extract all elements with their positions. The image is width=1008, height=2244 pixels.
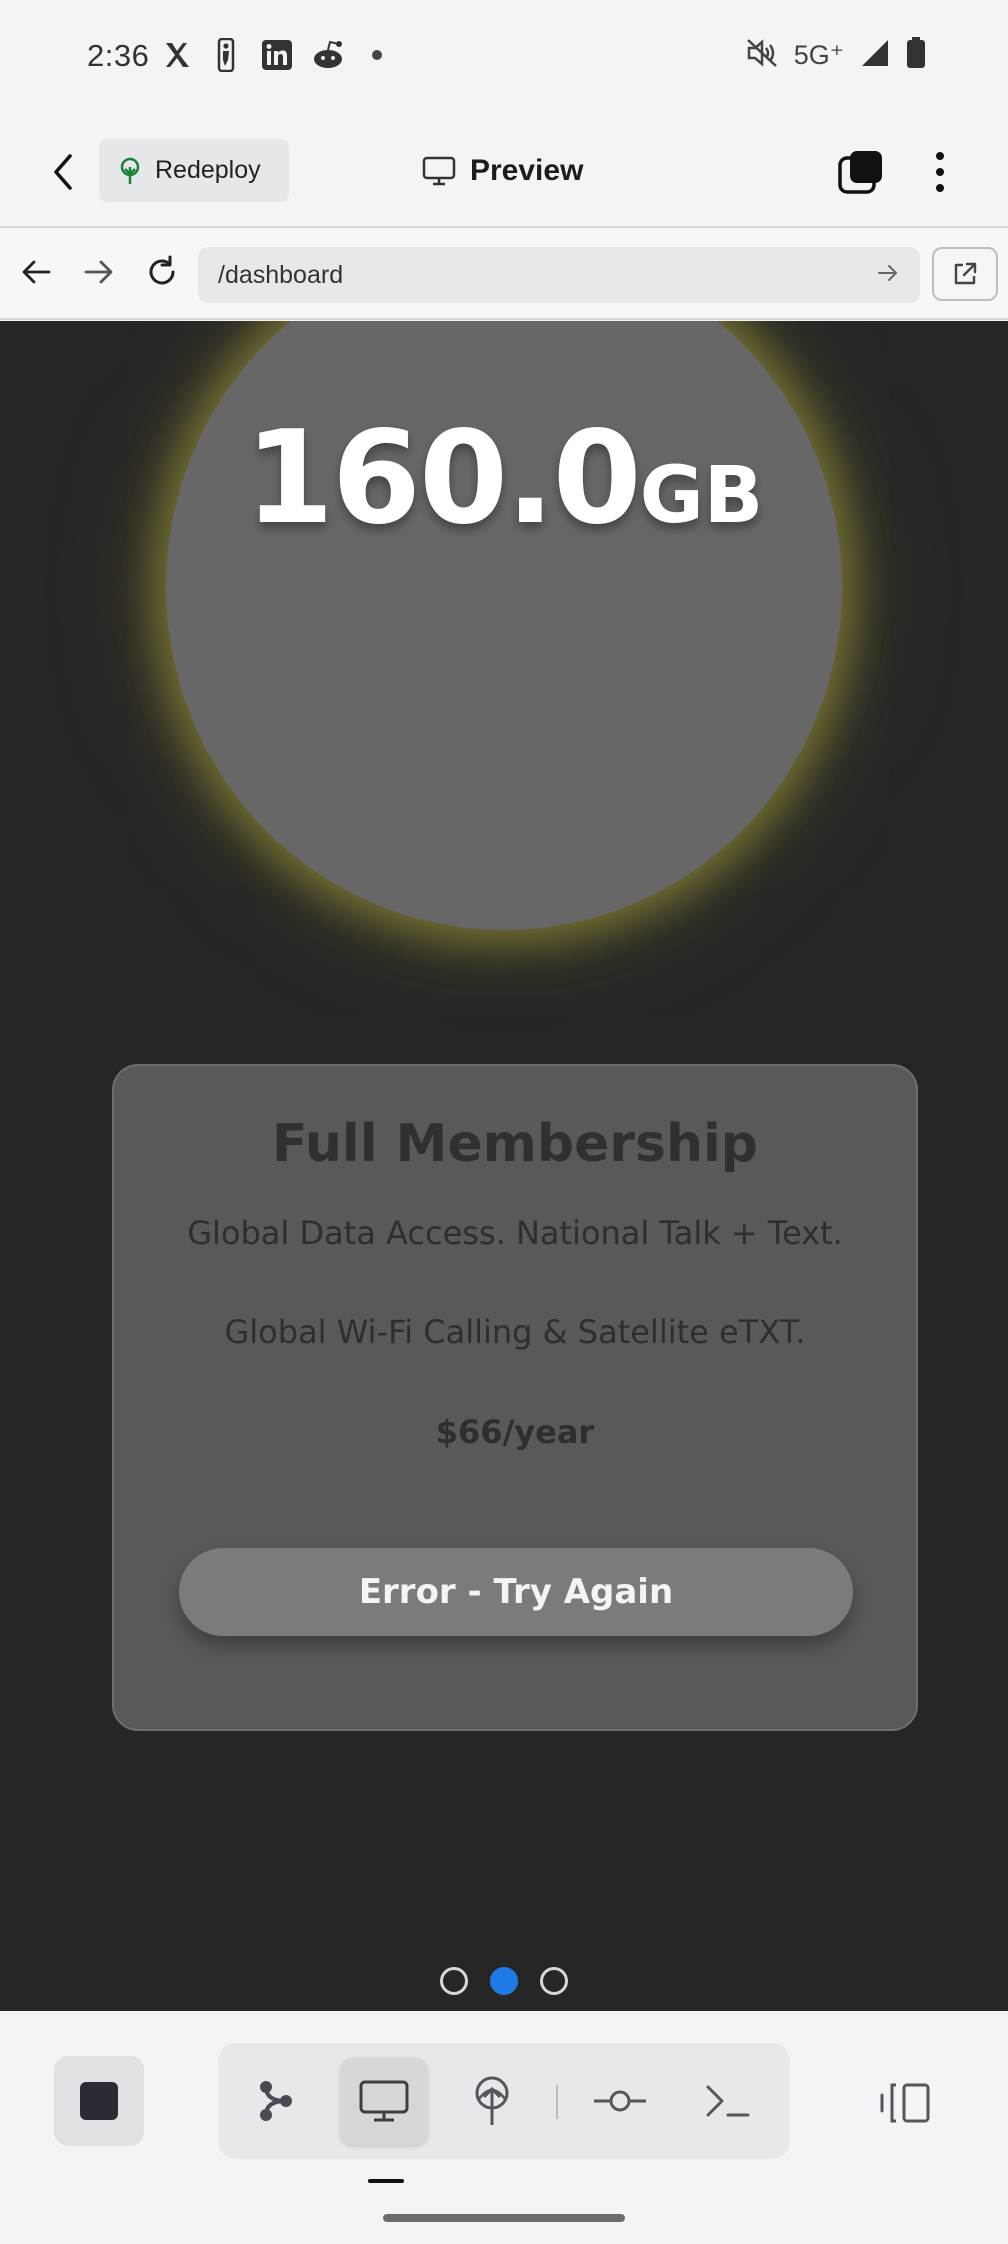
data-usage-circle: 160.0GB	[166, 321, 842, 930]
panels-button[interactable]	[876, 2073, 936, 2133]
monitor-icon	[422, 156, 456, 186]
x-icon	[160, 38, 194, 72]
panels-icon	[880, 2083, 930, 2123]
home-indicator[interactable]	[383, 2214, 625, 2222]
external-link-icon	[954, 262, 977, 285]
pager-dot-1[interactable]	[440, 1967, 468, 1995]
active-tool-indicator	[368, 2179, 404, 2183]
commit-icon	[594, 2090, 646, 2112]
bottom-toolbar	[0, 2011, 1008, 2244]
mute-icon	[746, 38, 778, 73]
data-unit: GB	[639, 451, 764, 541]
nav-forward-button[interactable]	[79, 252, 119, 292]
battery-icon	[906, 36, 926, 74]
dot-icon	[370, 38, 384, 72]
preview-title: Preview	[422, 150, 583, 192]
workflow-button[interactable]	[232, 2057, 320, 2145]
more-button[interactable]	[925, 148, 955, 196]
redeploy-label: Redeploy	[155, 156, 261, 184]
chevron-left-icon	[54, 154, 72, 190]
url-input[interactable]: /dashboard	[198, 247, 920, 303]
deploy-icon	[475, 2076, 509, 2125]
terminal-icon	[706, 2085, 750, 2117]
more-vertical-icon	[936, 152, 944, 160]
pager-dots	[0, 1967, 1008, 1995]
url-bar-row: /dashboard	[0, 230, 1008, 320]
status-bar: 2:36 5G⁺	[0, 0, 1008, 115]
workflow-icon	[260, 2081, 292, 2121]
nav-back-button[interactable]	[16, 252, 56, 292]
signal-icon	[860, 38, 890, 73]
nba-icon	[214, 38, 238, 72]
plan-feature-line-2: Global Wi-Fi Calling & Satellite eTXT.	[224, 1313, 806, 1351]
deploy-tool-button[interactable]	[448, 2057, 536, 2145]
refresh-icon	[149, 255, 175, 285]
data-amount: 160.0GB	[166, 404, 842, 553]
data-value: 160.0	[244, 404, 642, 553]
preview-tool-button[interactable]	[340, 2057, 428, 2145]
arrow-left-icon	[22, 260, 51, 284]
network-label: 5G⁺	[793, 39, 844, 70]
arrow-right-icon	[84, 260, 113, 284]
status-time: 2:36	[87, 38, 150, 73]
url-go-button[interactable]	[876, 261, 904, 289]
back-button[interactable]	[46, 152, 82, 192]
retry-button-label: Error - Try Again	[358, 1572, 674, 1612]
status-right-group: 5G⁺	[746, 36, 926, 74]
preview-viewport[interactable]: 160.0GB Full Membership Global Data Acce…	[0, 321, 1008, 2011]
monitor-icon	[359, 2080, 409, 2122]
pager-dot-2[interactable]	[490, 1967, 518, 1995]
plan-feature-line-1: Global Data Access. National Talk + Text…	[187, 1214, 843, 1252]
url-path: /dashboard	[218, 260, 344, 289]
terminal-tool-button[interactable]	[684, 2057, 772, 2145]
tool-group	[218, 2043, 790, 2159]
pager-dot-3[interactable]	[540, 1967, 568, 1995]
commit-tool-button[interactable]	[576, 2057, 664, 2145]
arrow-right-icon	[878, 265, 897, 281]
open-external-button[interactable]	[932, 247, 998, 301]
tabs-icon	[838, 151, 882, 194]
redeploy-button[interactable]: Redeploy	[99, 139, 289, 202]
stop-icon	[80, 2082, 118, 2120]
preview-label: Preview	[470, 154, 584, 187]
app-header: Redeploy Preview	[0, 115, 1008, 228]
reddit-icon	[310, 38, 346, 72]
plan-title: Full Membership	[271, 1114, 759, 1174]
deploy-tree-icon	[120, 157, 140, 184]
stop-button[interactable]	[54, 2056, 144, 2146]
plan-price: $66/year	[435, 1413, 595, 1451]
refresh-button[interactable]	[142, 252, 182, 292]
tabs-button[interactable]	[836, 148, 886, 196]
tool-separator	[556, 2085, 558, 2119]
retry-button[interactable]: Error - Try Again	[179, 1548, 853, 1636]
plan-card: Full Membership Global Data Access. Nati…	[112, 1064, 918, 1731]
linkedin-icon	[260, 38, 294, 72]
